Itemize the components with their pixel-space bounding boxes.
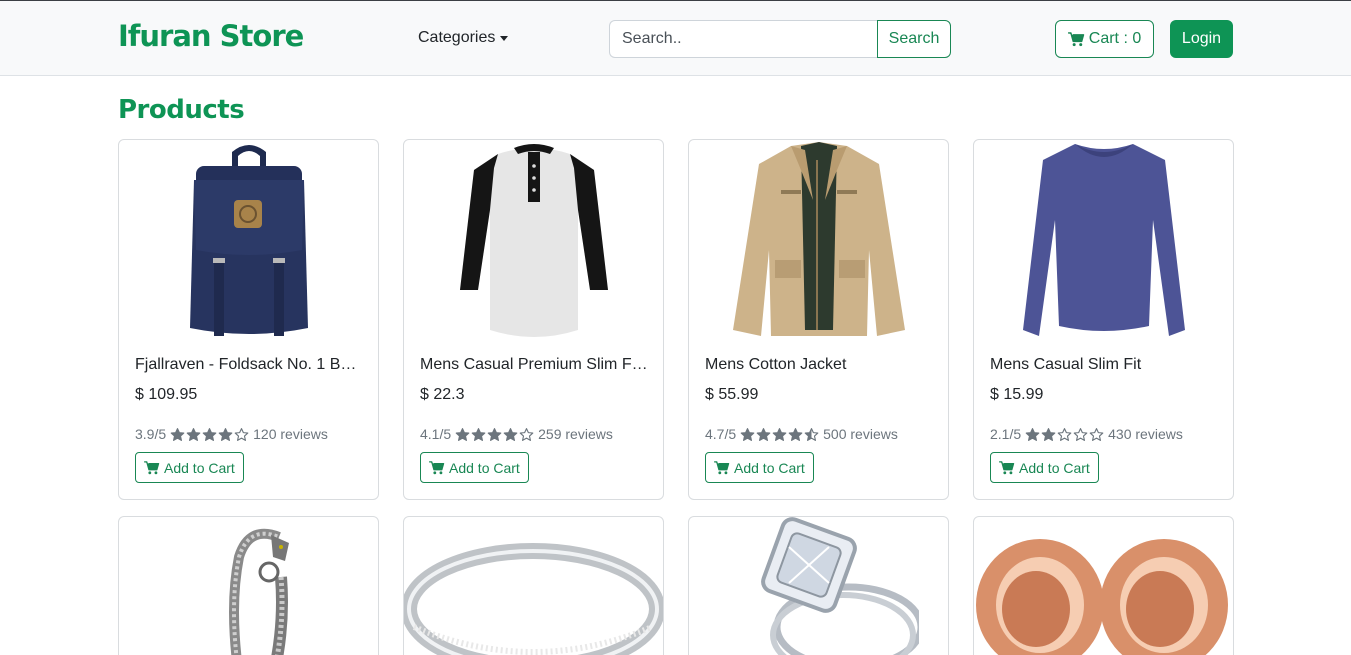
- chevron-down-icon: [500, 35, 509, 41]
- product-image-dragon-bracelet: [119, 517, 378, 655]
- product-price: $ 22.3: [420, 386, 465, 403]
- cart-icon: [144, 460, 160, 474]
- product-card[interactable]: Mens Cotton Jacket $ 55.99 4.7/5 500 rev…: [688, 139, 949, 500]
- star-full-icon: [202, 427, 217, 441]
- star-empty-icon: [519, 427, 534, 441]
- rating-value: 4.1/5: [420, 426, 452, 442]
- add-to-cart-button[interactable]: Add to Cart: [705, 452, 814, 483]
- star-full-icon: [503, 427, 518, 441]
- star-full-icon: [788, 427, 803, 441]
- product-image-longsleeve-shirt: [974, 140, 1233, 340]
- star-full-icon: [170, 427, 185, 441]
- product-price: $ 15.99: [990, 386, 1044, 403]
- star-full-icon: [455, 427, 470, 441]
- add-to-cart-label: Add to Cart: [1019, 459, 1090, 476]
- star-full-icon: [740, 427, 755, 441]
- product-image-diamond-ring: [689, 517, 948, 655]
- product-card[interactable]: [118, 516, 379, 655]
- cart-label: Cart : 0: [1088, 30, 1142, 47]
- star-full-icon: [218, 427, 233, 441]
- categories-label: Categories: [418, 29, 496, 46]
- star-rating: [740, 427, 819, 442]
- login-button[interactable]: Login: [1170, 20, 1233, 58]
- review-count: 120 reviews: [253, 426, 328, 442]
- product-title[interactable]: Fjallraven - Foldsack No. 1 Backpack, Fi…: [135, 356, 363, 374]
- star-full-icon: [487, 427, 502, 441]
- cart-icon: [1067, 31, 1084, 46]
- search-input[interactable]: [609, 20, 878, 58]
- product-rating: 4.7/5 500 reviews: [705, 426, 898, 442]
- rating-value: 2.1/5: [990, 426, 1022, 442]
- star-empty-icon: [234, 427, 249, 441]
- add-to-cart-label: Add to Cart: [164, 459, 235, 476]
- product-card[interactable]: [688, 516, 949, 655]
- product-title[interactable]: Mens Casual Premium Slim Fit T-Shirts: [420, 356, 648, 374]
- star-empty-icon: [1073, 427, 1088, 441]
- review-count: 259 reviews: [538, 426, 613, 442]
- product-image-silver-ring: [404, 517, 663, 655]
- cart-button[interactable]: Cart : 0: [1055, 20, 1154, 58]
- review-count: 500 reviews: [823, 426, 898, 442]
- product-card[interactable]: [403, 516, 664, 655]
- rating-value: 3.9/5: [135, 426, 167, 442]
- add-to-cart-button[interactable]: Add to Cart: [135, 452, 244, 483]
- cart-icon: [999, 460, 1015, 474]
- star-empty-icon: [1089, 427, 1104, 441]
- product-image-raglan-tshirt: [404, 140, 663, 340]
- product-card[interactable]: Fjallraven - Foldsack No. 1 Backpack, Fi…: [118, 139, 379, 500]
- product-image-cotton-jacket: [689, 140, 948, 340]
- star-full-icon: [772, 427, 787, 441]
- star-rating: [1025, 427, 1104, 442]
- add-to-cart-label: Add to Cart: [734, 459, 805, 476]
- product-title[interactable]: Mens Casual Slim Fit: [990, 356, 1218, 374]
- star-full-icon: [1041, 427, 1056, 441]
- cart-icon: [429, 460, 445, 474]
- product-price: $ 109.95: [135, 386, 198, 403]
- product-image-backpack: [119, 140, 378, 340]
- star-empty-icon: [1057, 427, 1072, 441]
- categories-dropdown[interactable]: Categories: [418, 29, 509, 47]
- product-image-rose-gold-plugs: [974, 517, 1233, 655]
- star-rating: [170, 427, 249, 442]
- star-half-icon: [804, 427, 819, 441]
- product-rating: 4.1/5 259 reviews: [420, 426, 613, 442]
- add-to-cart-button[interactable]: Add to Cart: [420, 452, 529, 483]
- add-to-cart-label: Add to Cart: [449, 459, 520, 476]
- product-card[interactable]: Mens Casual Premium Slim Fit T-Shirts $ …: [403, 139, 664, 500]
- star-full-icon: [756, 427, 771, 441]
- brand-logo[interactable]: Ifuran Store: [118, 19, 304, 53]
- search-button[interactable]: Search: [877, 20, 951, 58]
- navbar: Ifuran Store Categories Search Cart : 0 …: [0, 0, 1351, 76]
- product-rating: 2.1/5 430 reviews: [990, 426, 1183, 442]
- star-full-icon: [186, 427, 201, 441]
- product-price: $ 55.99: [705, 386, 759, 403]
- add-to-cart-button[interactable]: Add to Cart: [990, 452, 1099, 483]
- cart-icon: [714, 460, 730, 474]
- star-full-icon: [1025, 427, 1040, 441]
- page-title: Products: [118, 95, 245, 125]
- star-full-icon: [471, 427, 486, 441]
- star-rating: [455, 427, 534, 442]
- rating-value: 4.7/5: [705, 426, 737, 442]
- product-rating: 3.9/5 120 reviews: [135, 426, 328, 442]
- product-card[interactable]: Mens Casual Slim Fit $ 15.99 2.1/5 430 r…: [973, 139, 1234, 500]
- product-card[interactable]: [973, 516, 1234, 655]
- product-title[interactable]: Mens Cotton Jacket: [705, 356, 933, 374]
- review-count: 430 reviews: [1108, 426, 1183, 442]
